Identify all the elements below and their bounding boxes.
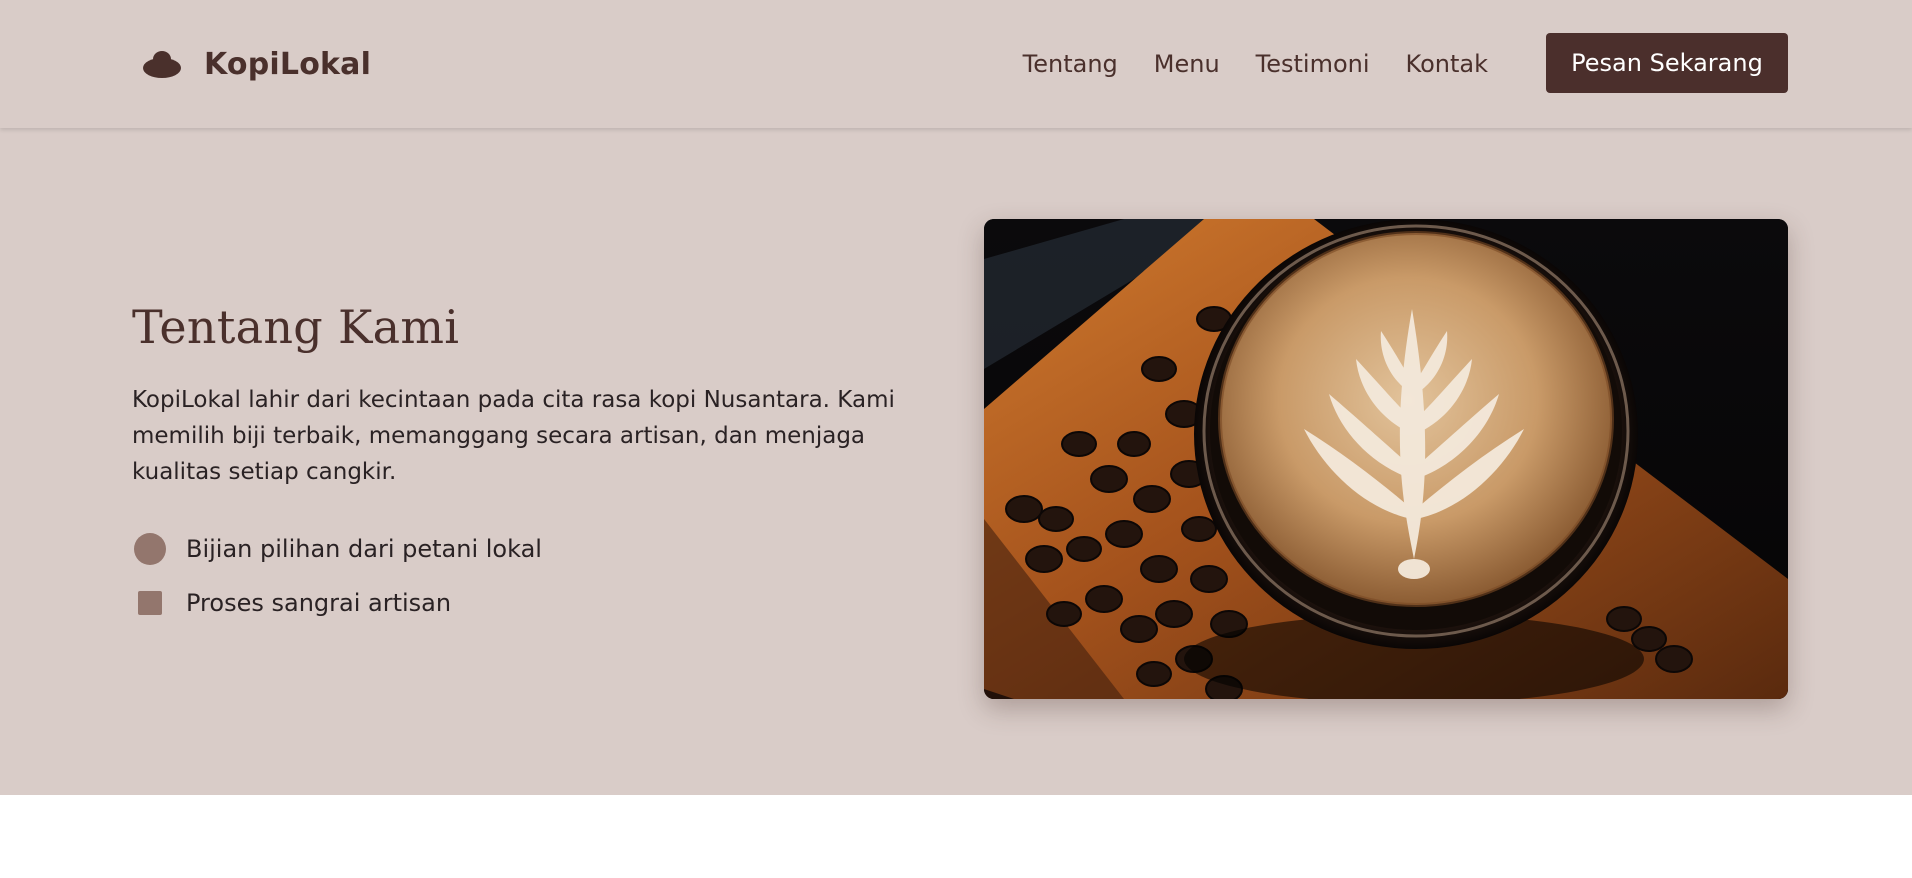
order-now-button[interactable]: Pesan Sekarang xyxy=(1546,33,1788,93)
feature-item: Bijian pilihan dari petani lokal xyxy=(132,522,542,576)
circle-icon xyxy=(132,531,168,567)
nav-link-testimoni[interactable]: Testimoni xyxy=(1256,50,1370,78)
feature-list: Bijian pilihan dari petani lokal Proses … xyxy=(132,522,542,630)
coffee-latte-photo xyxy=(984,219,1788,699)
site-header: KopiLokal Tentang Menu Testimoni Kontak … xyxy=(0,0,1912,128)
nav-link-menu[interactable]: Menu xyxy=(1154,50,1220,78)
brand-name: KopiLokal xyxy=(204,46,372,82)
coffee-bean-icon xyxy=(143,51,181,78)
main-nav: Tentang Menu Testimoni Kontak xyxy=(1023,40,1488,88)
latte-art-image xyxy=(984,219,1788,699)
about-title: Tentang Kami xyxy=(132,300,460,354)
about-description: KopiLokal lahir dari kecintaan pada cita… xyxy=(132,387,895,485)
feature-label: Bijian pilihan dari petani lokal xyxy=(186,535,542,563)
brand[interactable]: KopiLokal xyxy=(142,40,371,88)
feature-label: Proses sangrai artisan xyxy=(186,589,452,617)
square-icon xyxy=(132,585,168,621)
feature-item: Proses sangrai artisan xyxy=(132,576,542,630)
nav-link-kontak[interactable]: Kontak xyxy=(1406,50,1488,78)
about-section: Tentang Kami KopiLokal lahir dari kecint… xyxy=(0,128,1912,795)
nav-link-tentang[interactable]: Tentang xyxy=(1023,50,1118,78)
